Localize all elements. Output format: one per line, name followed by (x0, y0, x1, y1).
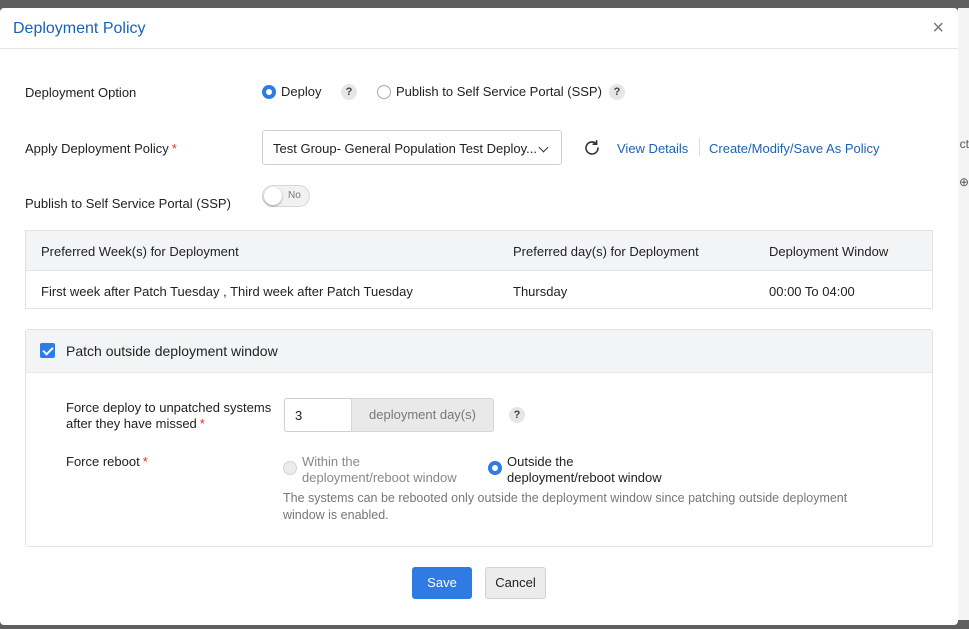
option-line: Within the (302, 454, 360, 469)
radio-publish-ssp-label: Publish to Self Service Portal (SSP) (396, 84, 602, 99)
panel-header: Patch outside deployment window (26, 330, 932, 373)
required-marker: * (171, 141, 177, 156)
table-cell: Thursday (513, 284, 568, 299)
force-deploy-label-line2: after they have missed (66, 416, 197, 431)
background-text-fragment: ct (959, 137, 969, 151)
required-marker: * (199, 416, 205, 431)
table-cell: 00:00 To 04:00 (769, 284, 855, 299)
toggle-knob (264, 187, 282, 205)
patch-outside-panel: Patch outside deployment window Force de… (25, 329, 933, 547)
deployment-policy-dialog: Deployment Policy × Deployment Option De… (0, 8, 958, 625)
chevron-down-icon (538, 142, 549, 153)
radio-publish-ssp[interactable]: Publish to Self Service Portal (SSP) (377, 84, 602, 99)
policy-select-value: Test Group- General Population Test Depl… (273, 141, 537, 156)
apply-policy-label-text: Apply Deployment Policy (25, 141, 169, 156)
option-line: deployment/reboot window (507, 470, 662, 485)
table-header: Preferred Week(s) for Deployment Preferr… (26, 231, 932, 271)
radio-selected-icon (262, 84, 276, 99)
help-icon[interactable]: ? (509, 407, 525, 423)
table-cell: First week after Patch Tuesday , Third w… (41, 284, 413, 299)
table-row: First week after Patch Tuesday , Third w… (26, 271, 932, 309)
force-reboot-label-text: Force reboot (66, 454, 140, 469)
background-page (958, 8, 969, 620)
missed-days-input[interactable]: 3 (284, 398, 351, 432)
deployment-option-label: Deployment Option (25, 85, 137, 100)
publish-ssp-toggle[interactable]: No (262, 185, 310, 207)
force-deploy-label: Force deploy to unpatched systems after … (66, 400, 271, 432)
radio-deploy-label: Deploy (281, 84, 322, 99)
radio-deploy[interactable]: Deploy (262, 84, 321, 99)
option-line: Outside the (507, 454, 574, 469)
radio-reboot-within-window: Within the deployment/reboot window (283, 454, 457, 486)
create-modify-policy-link[interactable]: Create/Modify/Save As Policy (709, 141, 880, 156)
radio-reboot-within-label: Within the deployment/reboot window (302, 454, 457, 486)
apply-policy-label: Apply Deployment Policy * (25, 141, 177, 156)
policy-select[interactable]: Test Group- General Population Test Depl… (262, 130, 562, 165)
save-button[interactable]: Save (412, 567, 472, 599)
radio-reboot-outside-label: Outside the deployment/reboot window (507, 454, 662, 486)
deployment-days-unit: deployment day(s) (351, 398, 494, 432)
dialog-header: Deployment Policy × (0, 8, 958, 49)
radio-unselected-icon (377, 84, 391, 99)
radio-disabled-icon (283, 461, 297, 475)
help-icon[interactable]: ? (609, 84, 625, 100)
required-marker: * (142, 454, 148, 469)
schedule-table: Preferred Week(s) for Deployment Preferr… (25, 230, 933, 309)
column-header: Deployment Window (769, 244, 889, 259)
close-icon[interactable]: × (932, 18, 944, 38)
publish-ssp-label: Publish to Self Service Portal (SSP) (25, 196, 231, 211)
patch-outside-checkbox[interactable] (40, 343, 55, 358)
patch-outside-label: Patch outside deployment window (66, 343, 278, 359)
refresh-icon[interactable] (583, 139, 601, 157)
toggle-state-text: No (288, 190, 301, 201)
force-deploy-label-line1: Force deploy to unpatched systems (66, 400, 272, 415)
cancel-button[interactable]: Cancel (485, 567, 546, 599)
column-header: Preferred day(s) for Deployment (513, 244, 699, 259)
dialog-title: Deployment Policy (13, 20, 146, 37)
link-divider (699, 138, 700, 156)
view-details-link[interactable]: View Details (617, 141, 688, 156)
option-line: deployment/reboot window (302, 470, 457, 485)
radio-selected-icon (488, 461, 502, 475)
radio-reboot-outside-window[interactable]: Outside the deployment/reboot window (488, 454, 662, 486)
reboot-info-note: The systems can be rebooted only outside… (283, 491, 848, 522)
background-icon-fragment: ⊕ (958, 175, 969, 189)
column-header: Preferred Week(s) for Deployment (41, 244, 239, 259)
force-reboot-label: Force reboot * (66, 454, 148, 469)
help-icon[interactable]: ? (341, 84, 357, 100)
